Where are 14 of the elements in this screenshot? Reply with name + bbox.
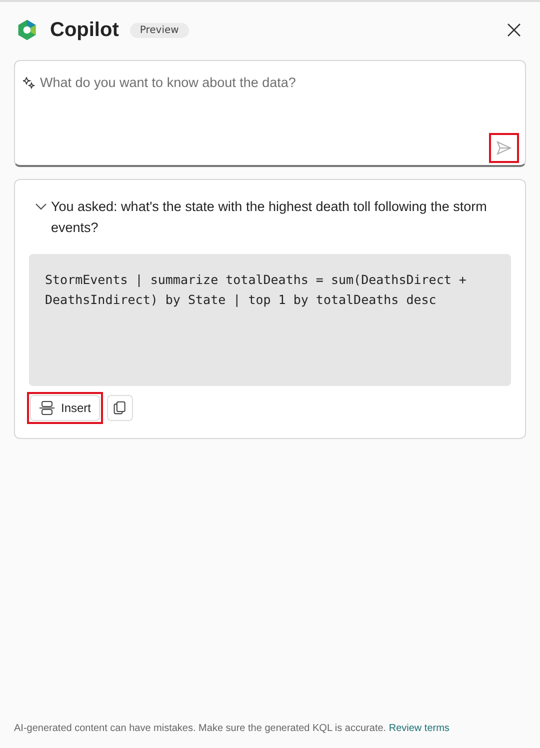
preview-badge: Preview [130,22,189,38]
insert-icon [39,400,55,416]
prompt-input-field[interactable]: What do you want to know about the data? [40,75,519,90]
code-block: StormEvents | summarize totalDeaths = sum(DeathsDirect + DeathsIndirect) by State | top 1 by totalDeaths desc [29,254,511,386]
copy-button[interactable] [107,395,134,421]
copy-icon [113,400,128,416]
sparkle-icon [23,76,35,88]
disclaimer-text: AI-generated content can have mistakes. Make sure the generated KQL is accurate. Review terms [14,723,450,734]
insert-button[interactable]: Insert [30,395,100,421]
question-text: You asked: what's the state with the highest death toll following the storm events? [51,198,488,237]
review-terms-link[interactable]: Review terms [388,723,450,734]
copilot-logo-icon [16,19,38,41]
panel-title: Copilot [50,18,119,42]
close-icon[interactable] [507,23,521,37]
